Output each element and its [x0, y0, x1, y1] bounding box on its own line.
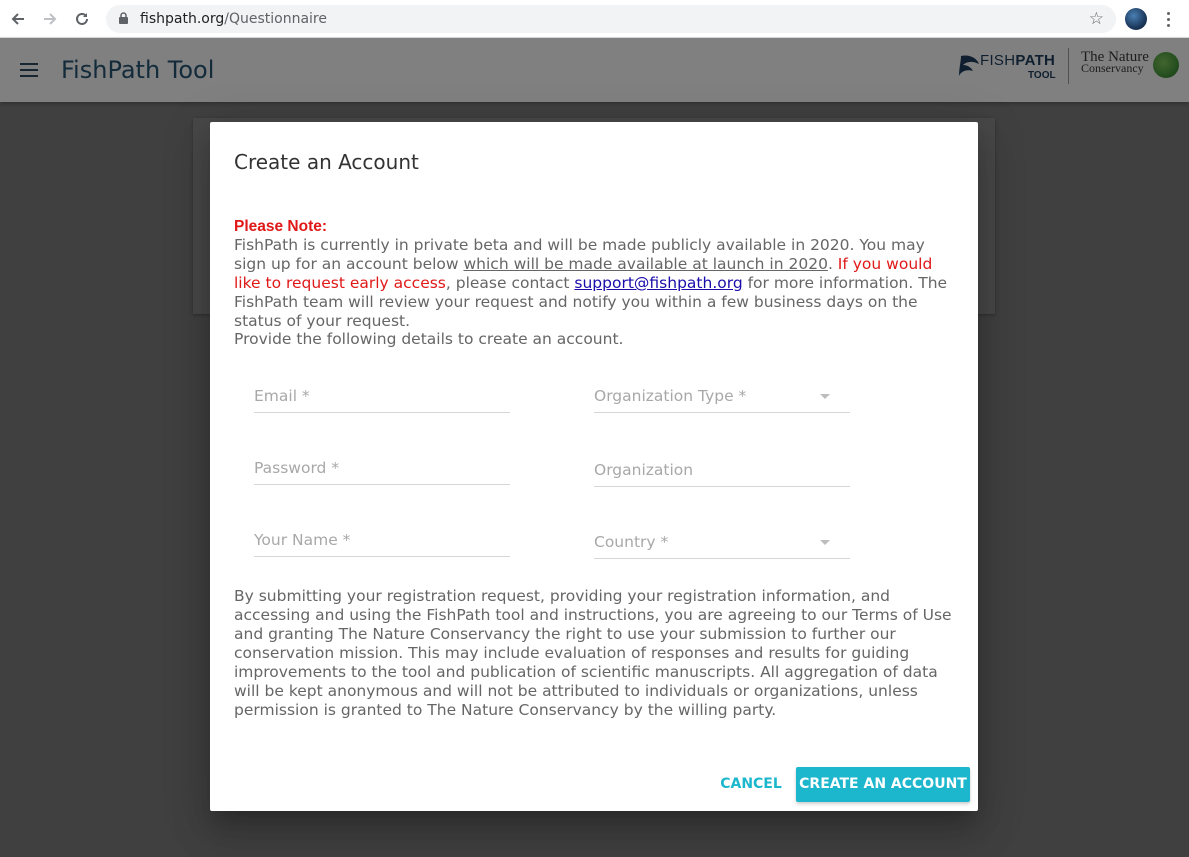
instructions-text: Provide the following details to create …	[234, 330, 624, 348]
terms-text: By submitting your registration request,…	[234, 587, 952, 719]
lock-icon	[118, 12, 129, 30]
email-label: Email *	[254, 387, 310, 405]
create-account-button[interactable]: CREATE AN ACCOUNT	[796, 767, 970, 802]
organization-type-label: Organization Type *	[594, 387, 747, 405]
forward-arrow-icon[interactable]	[38, 7, 62, 31]
url-host: fishpath.org	[140, 11, 225, 27]
password-label: Password *	[254, 459, 340, 477]
note-text-2: .	[827, 255, 838, 273]
organization-field[interactable]: Organization	[594, 457, 850, 487]
reload-icon[interactable]	[70, 7, 94, 31]
address-bar[interactable]: fishpath.org/Questionnaire ☆	[106, 5, 1116, 33]
email-field[interactable]: Email *	[254, 383, 510, 413]
your-name-field[interactable]: Your Name *	[254, 527, 510, 557]
beta-note: Please Note: FishPath is currently in pr…	[234, 217, 954, 331]
your-name-label: Your Name *	[254, 531, 351, 549]
organization-label: Organization	[594, 461, 694, 479]
cancel-button[interactable]: CANCEL	[714, 768, 788, 800]
note-text-3: , please contact	[445, 274, 575, 292]
create-account-dialog: Create an Account Please Note: FishPath …	[210, 122, 978, 811]
chevron-down-icon	[820, 394, 830, 399]
password-field[interactable]: Password *	[254, 455, 510, 485]
support-email-link[interactable]: support@fishpath.org	[574, 274, 742, 292]
url-text: fishpath.org/Questionnaire	[140, 11, 327, 27]
profile-avatar[interactable]	[1125, 8, 1147, 30]
dialog-title: Create an Account	[234, 150, 419, 174]
browser-menu-icon[interactable]	[1160, 8, 1176, 30]
bookmark-star-icon[interactable]: ☆	[1089, 10, 1104, 28]
back-arrow-icon[interactable]	[6, 7, 30, 31]
note-launch-text: which will be made available at launch i…	[463, 255, 828, 273]
organization-type-select[interactable]: Organization Type *	[594, 383, 850, 413]
browser-toolbar: fishpath.org/Questionnaire ☆	[0, 0, 1189, 38]
country-select[interactable]: Country *	[594, 529, 850, 559]
note-heading: Please Note:	[234, 218, 328, 235]
chevron-down-icon	[820, 540, 830, 545]
url-path: /Questionnaire	[224, 11, 327, 27]
country-label: Country *	[594, 533, 669, 551]
note-body: FishPath is currently in private beta an…	[234, 236, 954, 331]
